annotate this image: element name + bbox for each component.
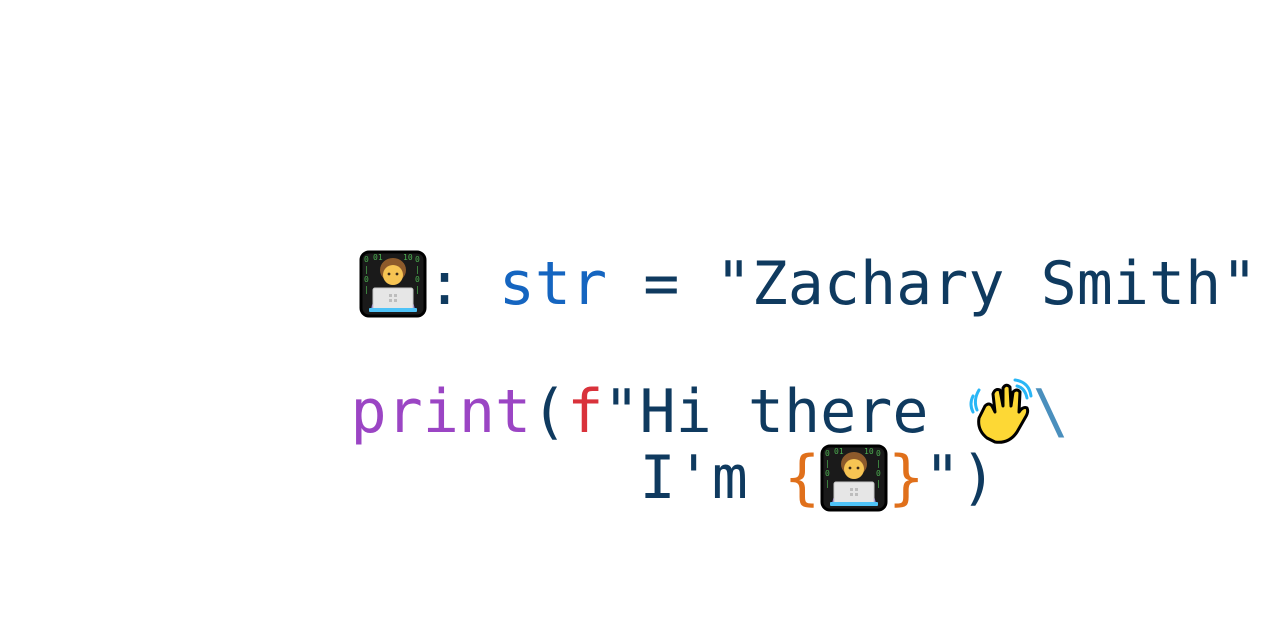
type-annotation: str [498,249,608,319]
svg-text:0: 0 [415,275,420,284]
svg-text:0: 0 [364,275,369,284]
svg-text:0: 0 [825,449,830,458]
svg-text:0: 0 [415,255,420,264]
code-snippet: 0 | 0 | 0 | 0 | 01 10 : str = "Zachary Smith" p… [0,0,1280,640]
svg-text:|: | [876,479,881,488]
svg-text:0: 0 [825,469,830,478]
svg-text:|: | [825,459,830,468]
brace-open: { [783,443,821,513]
line-continuation: \ [1032,377,1069,447]
assignment-operator: = [643,249,680,319]
svg-text:|: | [364,285,369,294]
svg-text:10: 10 [864,447,874,456]
brace-close: } [888,443,925,513]
string-text: I'm [639,443,748,513]
technologist-icon: 0|0| 0|0| 01 10 [359,250,426,318]
svg-text:01: 01 [834,447,844,456]
print-line: print(f"Hi there \ [206,318,1069,444]
svg-text:|: | [415,285,420,294]
svg-text:0: 0 [876,449,881,458]
string-close-paren: ") [924,443,997,513]
svg-text:|: | [364,265,369,274]
svg-text:|: | [415,265,420,274]
svg-text:|: | [876,459,881,468]
string-value: "Zachary Smith" [715,249,1258,319]
technologist-icon: 0|0| 0|0| 01 10 [820,444,888,512]
svg-text:|: | [825,479,830,488]
svg-text:10: 10 [403,253,413,262]
variable-declaration-line: 0 | 0 | 0 | 0 | 01 10 : str = "Zachary Smith" [214,190,1257,318]
print-continuation-line: I'm { 0 | 0 | 0 | 0 | 01 10 }") [206,384,996,512]
svg-text:01: 01 [373,253,383,262]
svg-text:0: 0 [364,255,369,264]
colon: : [426,249,463,319]
svg-text:0: 0 [876,469,881,478]
